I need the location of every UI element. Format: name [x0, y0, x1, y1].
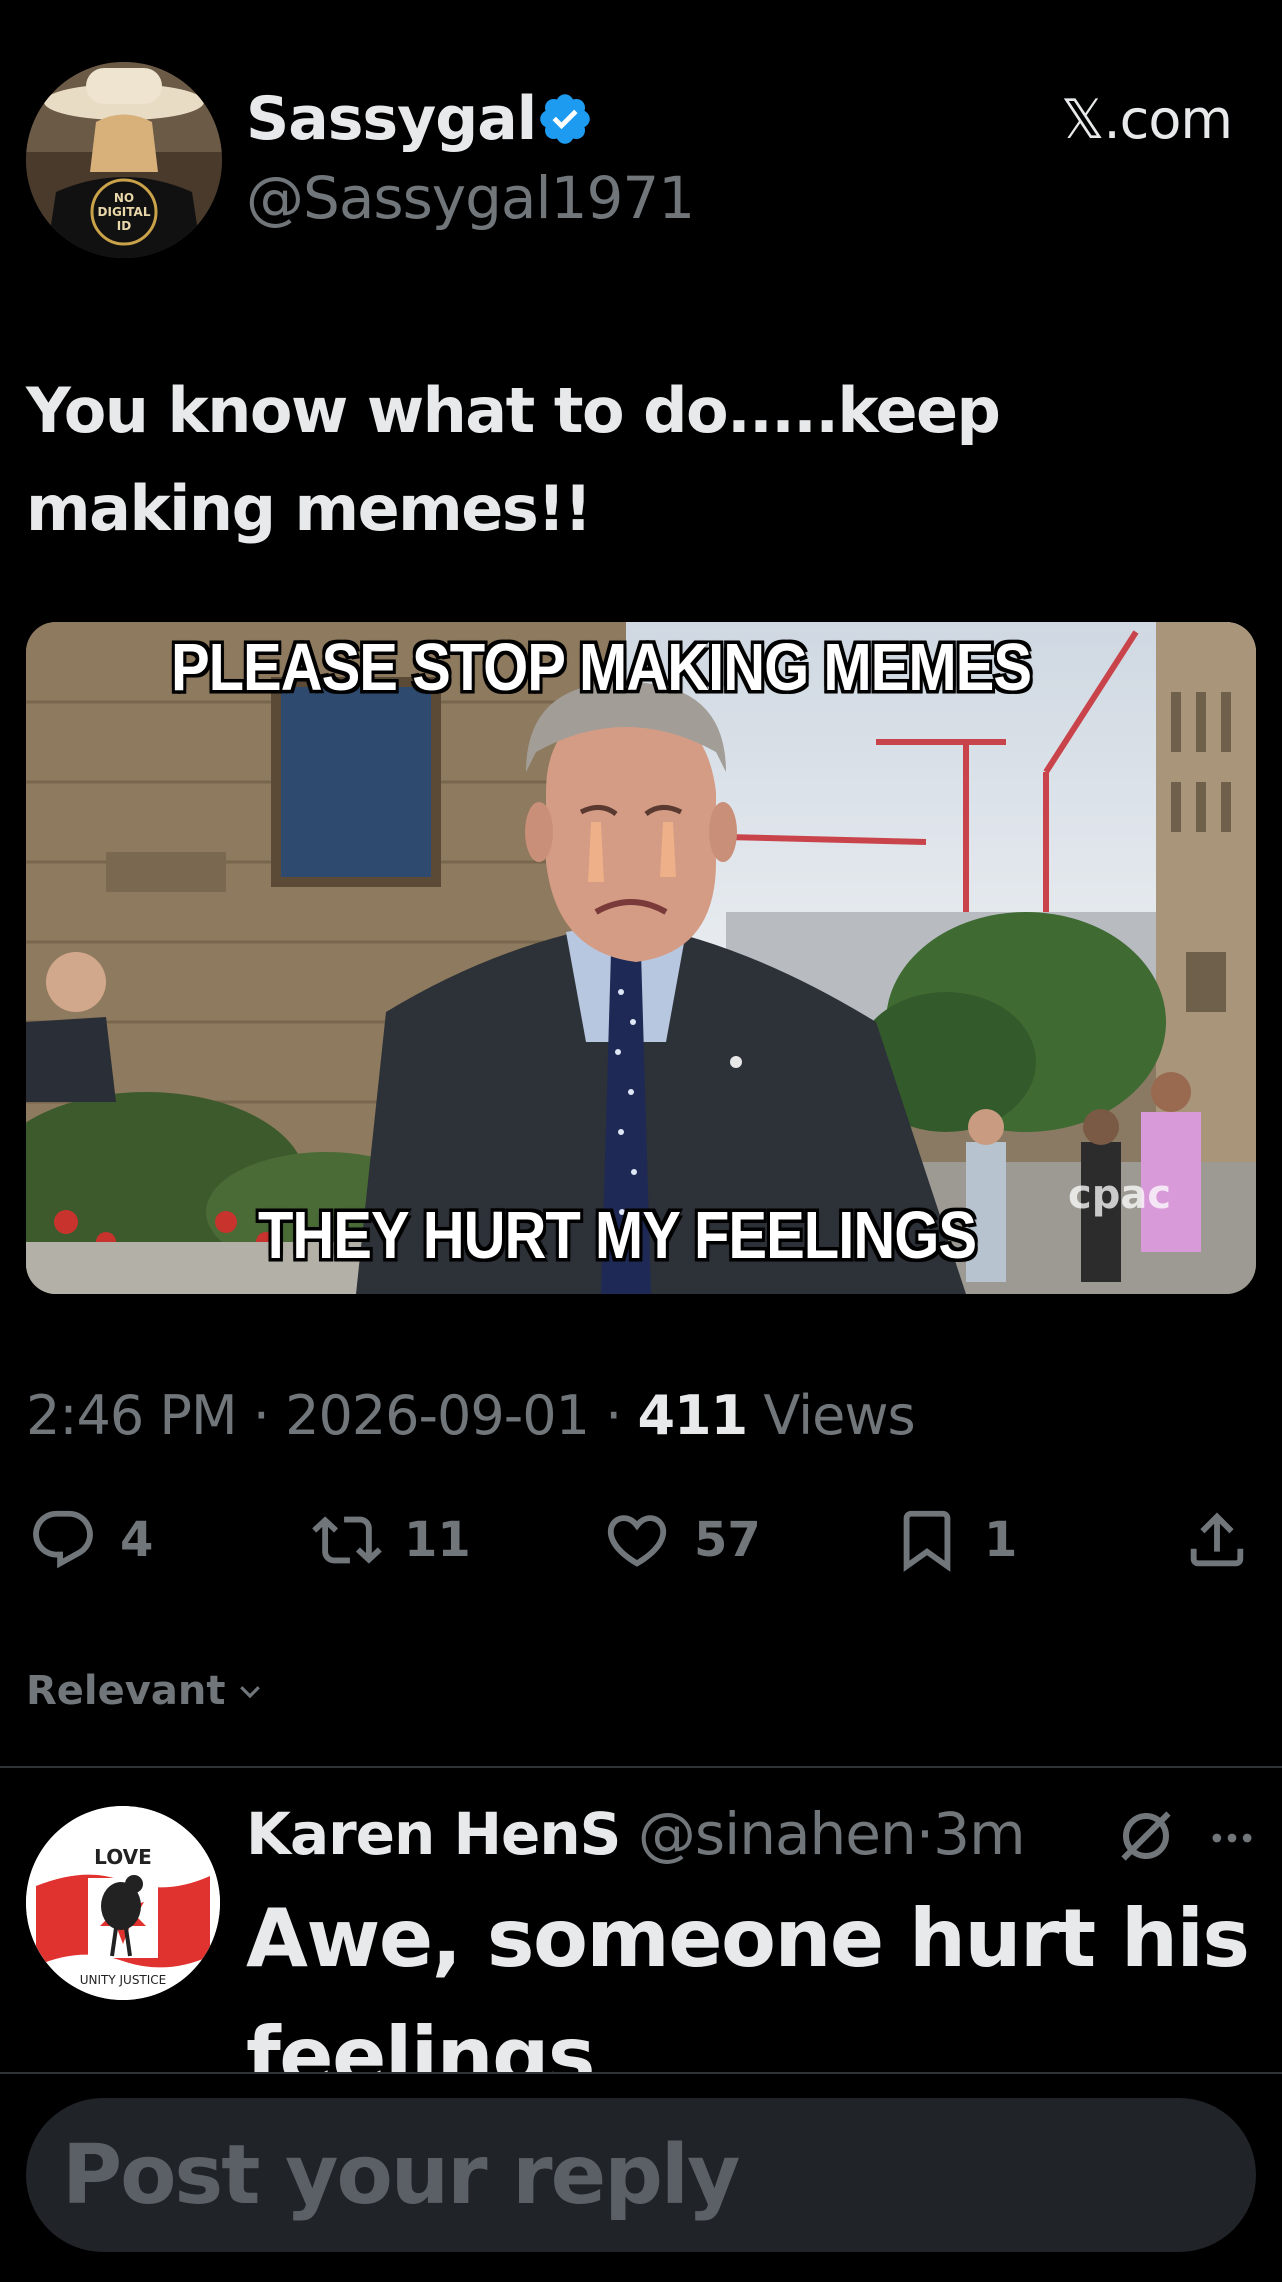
reply-input[interactable] [26, 2098, 1256, 2252]
bookmark-button[interactable]: 1 [892, 1500, 1017, 1580]
meme-top-caption: PLEASE STOP MAKING MEMES [170, 630, 1032, 705]
meta-separator: · [252, 1384, 270, 1447]
reply-composer-bar [0, 2072, 1282, 2282]
reply-author-name[interactable]: Karen HenS [246, 1800, 621, 1868]
meta-separator: · [605, 1384, 622, 1447]
like-count: 57 [694, 1512, 761, 1568]
post-text: You know what to do.....keep making meme… [26, 374, 1001, 545]
author-avatar[interactable]: NO DIGITAL ID [26, 62, 222, 258]
svg-text:ID: ID [117, 219, 131, 233]
views-label: Views [763, 1384, 915, 1447]
post-date[interactable]: 2026-09-01 [285, 1384, 590, 1447]
reply-author-avatar[interactable]: LOVE UNITY JUSTICE [26, 1806, 220, 2000]
reply-separator: · [915, 1800, 934, 1868]
repost-icon [312, 1516, 382, 1564]
action-bar: 4 11 57 1 [0, 1500, 1282, 1590]
sort-label: Relevant [26, 1668, 226, 1714]
like-button[interactable]: 57 [602, 1500, 761, 1580]
share-icon [1190, 1512, 1244, 1567]
grok-icon[interactable] [1116, 1806, 1176, 1866]
post-meta: 2:46 PM · 2026-09-01 · 411 Views [26, 1384, 916, 1447]
more-options-icon[interactable] [1206, 1812, 1258, 1864]
post-detail-screen: NO DIGITAL ID Sassygal @Sassygal1971 𝕏.c… [0, 0, 1282, 2282]
meme-watermark: cpac [1068, 1172, 1172, 1218]
reply-header: Karen HenS @sinahen·3m [246, 1800, 1026, 1868]
post-image[interactable]: PLEASE STOP MAKING MEMES THEY HURT MY FE… [26, 622, 1256, 1294]
verified-badge-icon [540, 94, 590, 144]
chevron-down-icon [240, 1686, 261, 1699]
reply-author-handle[interactable]: @sinahen [638, 1800, 917, 1868]
svg-text:NO: NO [114, 191, 134, 205]
share-button[interactable] [1182, 1500, 1252, 1580]
author-name[interactable]: Sassygal [246, 84, 537, 154]
bookmark-count: 1 [984, 1512, 1018, 1568]
divider [0, 1766, 1282, 1768]
svg-text:UNITY JUSTICE: UNITY JUSTICE [80, 1973, 167, 1987]
repost-count: 11 [404, 1512, 471, 1568]
bookmark-icon [903, 1510, 951, 1572]
reply-sort-dropdown[interactable]: Relevant [26, 1668, 265, 1714]
author-handle[interactable]: @Sassygal1971 [246, 164, 695, 232]
svg-text:DIGITAL: DIGITAL [98, 205, 151, 219]
reply-time[interactable]: 3m [933, 1800, 1025, 1868]
svg-text:LOVE: LOVE [94, 1845, 152, 1869]
post-time[interactable]: 2:46 PM [26, 1384, 238, 1447]
meme-bottom-caption: THEY HURT MY FEELINGS [257, 1198, 977, 1273]
repost-button[interactable]: 11 [312, 1500, 471, 1580]
reply-button[interactable]: 4 [28, 1500, 153, 1580]
views-count: 411 [637, 1384, 748, 1447]
heart-icon [607, 1515, 667, 1567]
site-label: 𝕏.com [1060, 88, 1233, 151]
reply-count: 4 [120, 1512, 154, 1568]
reply-icon [33, 1510, 93, 1569]
